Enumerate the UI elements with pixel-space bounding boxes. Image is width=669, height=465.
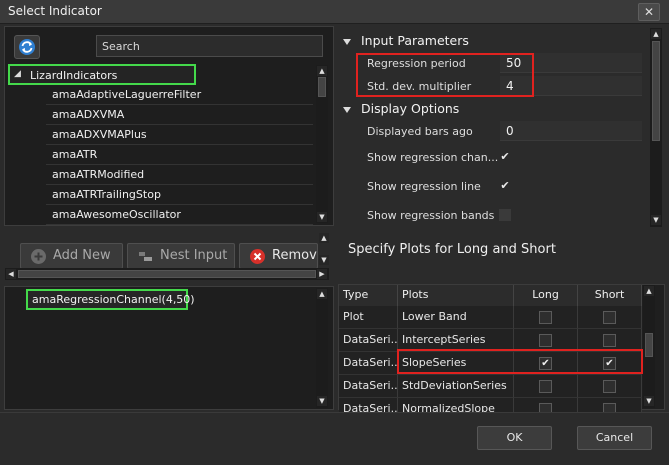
list-item[interactable]: amaATRTrailingStop bbox=[46, 185, 313, 205]
close-icon: ✕ bbox=[643, 5, 655, 19]
scroll-right-icon[interactable]: ▶ bbox=[317, 269, 327, 279]
show-regression-line-label: Show regression line bbox=[367, 180, 481, 193]
long-checkbox[interactable] bbox=[539, 334, 552, 347]
table-cell-plot: Lower Band bbox=[398, 306, 514, 329]
expand-arrow-icon[interactable]: ◢ bbox=[14, 69, 21, 79]
selected-indicator-item[interactable]: amaRegressionChannel(4,50) bbox=[26, 289, 195, 310]
ok-button[interactable]: OK bbox=[477, 426, 552, 450]
cancel-button[interactable]: Cancel bbox=[577, 426, 652, 450]
scroll-down-icon[interactable]: ▼ bbox=[644, 396, 654, 406]
short-checkbox[interactable] bbox=[603, 334, 616, 347]
nest-input-icon bbox=[138, 249, 153, 264]
table-cell-type: DataSeri... bbox=[339, 352, 401, 375]
add-new-button[interactable]: Add New bbox=[20, 243, 123, 269]
add-icon bbox=[31, 249, 46, 264]
input-params-highlight bbox=[356, 53, 534, 97]
toolbar-horizontal-scrollbar[interactable]: ◀ ▶ bbox=[5, 268, 329, 280]
scroll-down-icon[interactable]: ▼ bbox=[317, 396, 327, 406]
collapse-arrow-icon bbox=[343, 38, 351, 45]
nest-input-button[interactable]: Nest Input bbox=[127, 243, 235, 269]
checkmark-icon: ✔ bbox=[500, 179, 510, 192]
show-regression-bands-checkbox[interactable] bbox=[499, 209, 511, 221]
scroll-up-icon[interactable]: ▲ bbox=[651, 29, 661, 39]
show-regression-bands-label: Show regression bands bbox=[367, 209, 495, 222]
table-cell-type: Plot bbox=[339, 306, 398, 329]
show-regression-channel-label: Show regression chan... bbox=[367, 151, 499, 164]
scroll-thumb-horizontal[interactable] bbox=[18, 270, 316, 278]
long-checkbox[interactable] bbox=[539, 311, 552, 324]
plots-scrollbar[interactable]: ▲ ▼ bbox=[643, 285, 655, 408]
slope-series-highlight bbox=[397, 349, 643, 374]
tree-folder-lizardindicators[interactable]: ◢ LizardIndicators bbox=[8, 64, 196, 85]
short-checkbox[interactable] bbox=[603, 311, 616, 324]
indicator-list-scrollbar[interactable]: ▲ ▼ bbox=[316, 65, 328, 223]
header-long[interactable]: Long bbox=[514, 285, 578, 306]
short-checkbox[interactable] bbox=[603, 380, 616, 393]
collapse-arrow-icon bbox=[343, 106, 351, 113]
splitter-scroll-up-icon[interactable]: ▲ bbox=[319, 233, 329, 243]
list-item[interactable]: amaADXVMA bbox=[46, 105, 313, 125]
scroll-thumb[interactable] bbox=[652, 41, 660, 141]
list-item[interactable]: amaAwesomeOscillator bbox=[46, 205, 313, 225]
list-item[interactable]: amaAdaptiveLaguerreFilter bbox=[46, 85, 313, 105]
display-options-section[interactable]: Display Options bbox=[343, 101, 459, 116]
checkmark-icon: ✔ bbox=[500, 150, 510, 163]
tree-folder-label: LizardIndicators bbox=[30, 69, 118, 82]
selected-list-scrollbar[interactable]: ▲ ▼ bbox=[316, 288, 328, 408]
search-input[interactable] bbox=[96, 35, 323, 57]
list-item[interactable]: amaATR bbox=[46, 145, 313, 165]
header-short[interactable]: Short bbox=[578, 285, 642, 306]
remove-button[interactable]: Remov bbox=[239, 243, 318, 269]
dialog-footer bbox=[0, 412, 669, 465]
list-item[interactable]: amaADXVMAPlus bbox=[46, 125, 313, 145]
refresh-button[interactable] bbox=[14, 35, 40, 59]
table-cell-type: DataSeri... bbox=[339, 375, 401, 398]
refresh-icon bbox=[19, 39, 35, 55]
show-regression-channel-checkbox[interactable]: ✔ bbox=[499, 151, 511, 163]
long-checkbox[interactable] bbox=[539, 380, 552, 393]
input-parameters-section[interactable]: Input Parameters bbox=[343, 33, 469, 48]
scroll-down-icon[interactable]: ▼ bbox=[651, 215, 661, 225]
scroll-thumb[interactable] bbox=[645, 333, 653, 357]
list-item[interactable]: amaATRModified bbox=[46, 165, 313, 185]
splitter-scroll-down-icon[interactable]: ▼ bbox=[319, 255, 329, 265]
displayed-bars-ago-field[interactable]: 0 bbox=[500, 121, 642, 141]
header-type[interactable]: Type bbox=[339, 285, 398, 306]
plots-caption: Specify Plots for Long and Short bbox=[348, 242, 556, 257]
tree-indent-gutter bbox=[8, 85, 46, 224]
scroll-down-icon[interactable]: ▼ bbox=[317, 212, 327, 222]
properties-scrollbar[interactable]: ▲ ▼ bbox=[650, 28, 662, 227]
close-button[interactable]: ✕ bbox=[638, 3, 660, 21]
table-cell-plot: StdDeviationSeries bbox=[398, 375, 514, 398]
header-plots[interactable]: Plots bbox=[398, 285, 514, 306]
scroll-up-icon[interactable]: ▲ bbox=[644, 286, 654, 296]
window-title: Select Indicator bbox=[8, 4, 102, 18]
remove-icon bbox=[250, 249, 265, 264]
displayed-bars-ago-label: Displayed bars ago bbox=[367, 125, 473, 138]
scroll-thumb[interactable] bbox=[318, 77, 326, 97]
scroll-up-icon[interactable]: ▲ bbox=[317, 66, 327, 76]
show-regression-line-checkbox[interactable]: ✔ bbox=[499, 180, 511, 192]
scroll-up-icon[interactable]: ▲ bbox=[317, 289, 327, 299]
scroll-left-icon[interactable]: ◀ bbox=[6, 269, 16, 279]
table-cell-type: DataSeri... bbox=[339, 329, 401, 352]
